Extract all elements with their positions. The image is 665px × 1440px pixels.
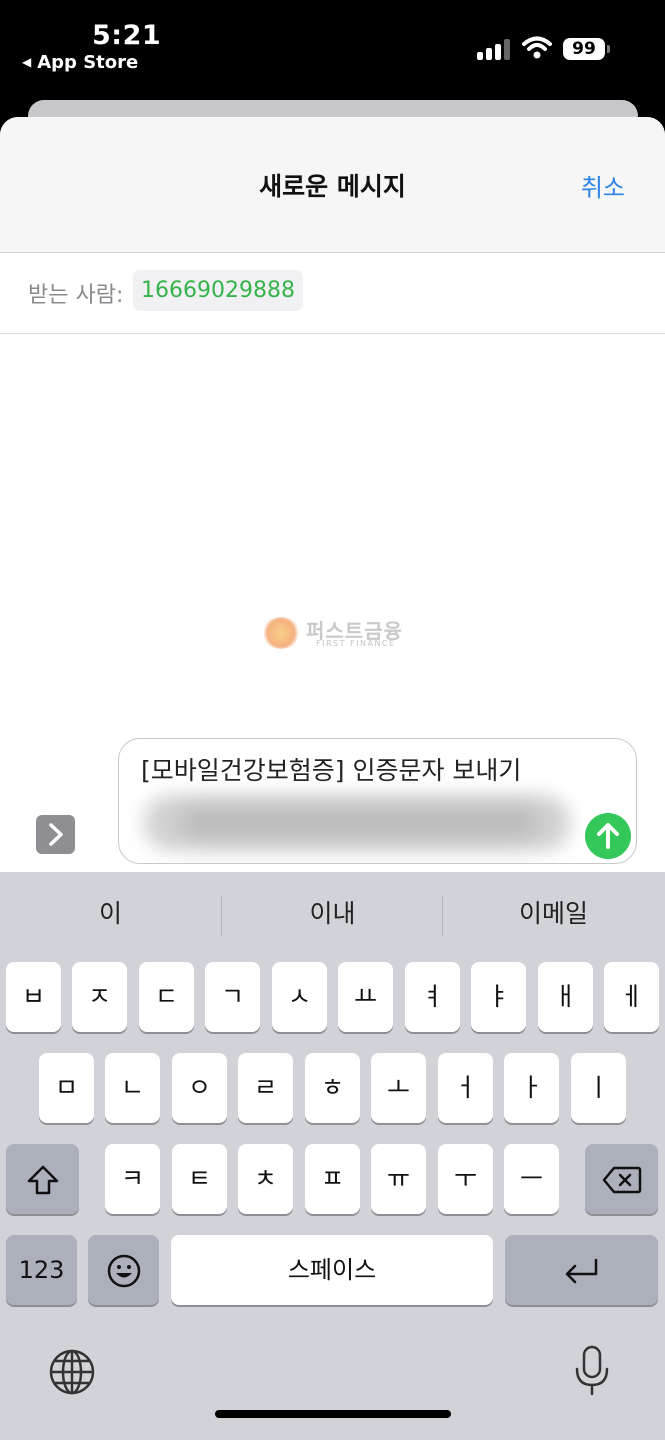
sheet-header: 새로운 메시지 취소 xyxy=(0,117,665,253)
message-text: [모바일건강보험증] 인증문자 보내기 xyxy=(141,756,522,785)
key[interactable]: ㅍ xyxy=(305,1144,360,1214)
globe-icon[interactable] xyxy=(48,1348,96,1396)
key[interactable]: ㅁ xyxy=(39,1053,94,1123)
key[interactable]: ㅕ xyxy=(405,962,460,1032)
battery-nub xyxy=(607,45,610,53)
status-bar: 5:21 ◀ App Store 99 xyxy=(0,0,665,100)
emoji-icon xyxy=(107,1254,140,1288)
key[interactable]: ㄷ xyxy=(139,962,194,1032)
key[interactable]: ㅓ xyxy=(438,1053,493,1123)
emoji-key[interactable] xyxy=(88,1235,159,1305)
key[interactable]: ㄱ xyxy=(205,962,260,1032)
key[interactable]: ㅠ xyxy=(371,1144,426,1214)
key[interactable]: ㅑ xyxy=(471,962,526,1032)
key[interactable]: ㅅ xyxy=(272,962,327,1032)
redacted-text-blur-inner xyxy=(179,809,539,835)
message-input[interactable]: [모바일건강보험증] 인증문자 보내기 xyxy=(118,738,637,864)
watermark-logo-icon xyxy=(262,617,300,649)
shift-icon xyxy=(27,1165,58,1195)
key[interactable]: ㅇ xyxy=(172,1053,227,1123)
key[interactable]: ㄴ xyxy=(105,1053,160,1123)
recipient-chip[interactable]: 16669029888 xyxy=(133,270,303,311)
home-indicator xyxy=(215,1410,451,1418)
key[interactable]: ㅛ xyxy=(338,962,393,1032)
watermark-subtext: FIRST FINANCE xyxy=(316,639,396,648)
page-title: 새로운 메시지 xyxy=(259,172,406,201)
new-message-sheet: 새로운 메시지 취소 받는 사람: 16669029888 퍼스트금융 FIRS… xyxy=(0,117,665,1440)
key[interactable]: ㄹ xyxy=(238,1053,293,1123)
return-icon xyxy=(565,1258,597,1284)
suggestion-3[interactable]: 이메일 xyxy=(443,872,664,960)
key[interactable]: ㅎ xyxy=(305,1053,360,1123)
key[interactable]: ㅈ xyxy=(72,962,127,1032)
key[interactable]: ㅂ xyxy=(6,962,61,1032)
suggestion-1[interactable]: 이 xyxy=(0,872,221,960)
battery-indicator: 99 xyxy=(563,38,605,60)
keyboard: 이 이내 이메일 ㅂ ㅈ ㄷ ㄱ ㅅ ㅛ ㅕ ㅑ ㅐ ㅔ ㅁ ㄴ ㅇ ㄹ ㅎ ㅗ… xyxy=(0,872,665,1440)
back-to-app-link[interactable]: ◀ App Store xyxy=(22,52,138,73)
key[interactable]: ㅡ xyxy=(504,1144,559,1214)
suggestion-2[interactable]: 이내 xyxy=(222,872,443,960)
wifi-icon xyxy=(522,36,552,59)
key[interactable]: ㅣ xyxy=(571,1053,626,1123)
expand-apps-button[interactable] xyxy=(36,815,75,854)
key[interactable]: ㅊ xyxy=(238,1144,293,1214)
back-triangle-icon: ◀ xyxy=(22,55,32,69)
key[interactable]: ㅗ xyxy=(371,1053,426,1123)
status-time: 5:21 xyxy=(92,20,162,51)
backspace-icon xyxy=(602,1166,641,1194)
recipient-row[interactable]: 받는 사람: 16669029888 xyxy=(0,253,665,334)
numbers-key[interactable]: 123 xyxy=(6,1235,77,1305)
back-app-label: App Store xyxy=(37,52,139,73)
return-key[interactable] xyxy=(505,1235,658,1305)
key[interactable]: ㅜ xyxy=(438,1144,493,1214)
key[interactable]: ㅋ xyxy=(105,1144,160,1214)
key[interactable]: ㅌ xyxy=(172,1144,227,1214)
cellular-signal-icon xyxy=(477,38,511,60)
key[interactable]: ㅏ xyxy=(504,1053,559,1123)
key[interactable]: ㅔ xyxy=(604,962,659,1032)
delete-key[interactable] xyxy=(585,1144,658,1214)
key[interactable]: ㅐ xyxy=(538,962,593,1032)
send-button[interactable] xyxy=(585,813,631,859)
recipient-label: 받는 사람: xyxy=(28,283,124,308)
space-key[interactable]: 스페이스 xyxy=(171,1235,493,1305)
watermark: 퍼스트금융 FIRST FINANCE xyxy=(262,615,412,655)
microphone-icon[interactable] xyxy=(574,1345,610,1397)
arrow-up-icon xyxy=(597,823,619,849)
shift-key[interactable] xyxy=(6,1144,79,1214)
chevron-right-icon xyxy=(49,823,63,846)
cancel-button[interactable]: 취소 xyxy=(581,168,625,203)
